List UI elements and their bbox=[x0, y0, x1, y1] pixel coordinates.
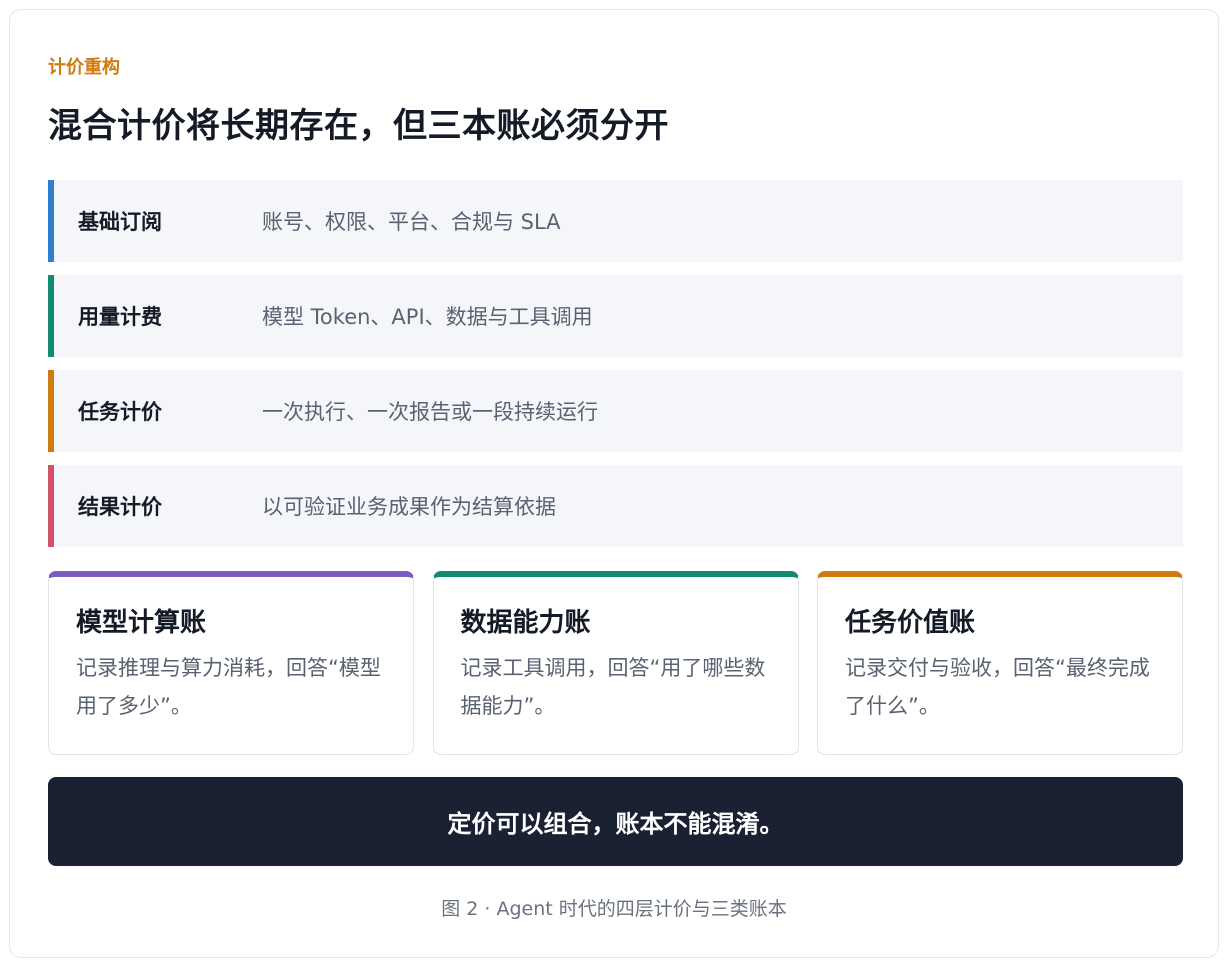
tier-desc: 账号、权限、平台、合规与 SLA bbox=[262, 210, 561, 234]
ledger-title: 数据能力账 bbox=[460, 608, 591, 638]
headline: 混合计价将长期存在，但三本账必须分开 bbox=[48, 106, 669, 146]
tier-desc: 一次执行、一次报告或一段持续运行 bbox=[262, 400, 598, 424]
tier-desc: 模型 Token、API、数据与工具调用 bbox=[262, 305, 593, 329]
figure-caption: 图 2 · Agent 时代的四层计价与三类账本 bbox=[441, 898, 787, 920]
tier-desc: 以可验证业务成果作为结算依据 bbox=[262, 495, 556, 519]
tier-name: 基础订阅 bbox=[78, 210, 162, 234]
ledger-card-model: 模型计算账 记录推理与算力消耗，回答“模型用了多少”。 bbox=[48, 571, 414, 755]
tier-name: 用量计费 bbox=[78, 305, 162, 329]
tier-name: 结果计价 bbox=[78, 495, 162, 519]
pricing-tiers: 基础订阅 账号、权限、平台、合规与 SLA 用量计费 模型 Token、API、… bbox=[48, 180, 1183, 560]
tier-task: 任务计价 一次执行、一次报告或一段持续运行 bbox=[48, 370, 1183, 452]
summary-banner: 定价可以组合，账本不能混淆。 bbox=[48, 777, 1183, 866]
ledger-cards: 模型计算账 记录推理与算力消耗，回答“模型用了多少”。 数据能力账 记录工具调用… bbox=[48, 571, 1183, 755]
ledger-desc: 记录工具调用，回答“用了哪些数据能力”。 bbox=[460, 656, 766, 718]
eyebrow-label: 计价重构 bbox=[48, 57, 120, 78]
ledger-title: 模型计算账 bbox=[76, 608, 207, 638]
tier-subscription: 基础订阅 账号、权限、平台、合规与 SLA bbox=[48, 180, 1183, 262]
ledger-desc: 记录推理与算力消耗，回答“模型用了多少”。 bbox=[76, 656, 381, 718]
ledger-card-data: 数据能力账 记录工具调用，回答“用了哪些数据能力”。 bbox=[432, 571, 799, 755]
ledger-title: 任务价值账 bbox=[845, 608, 976, 638]
ledger-card-task: 任务价值账 记录交付与验收，回答“最终完成了什么”。 bbox=[817, 571, 1183, 755]
tier-usage: 用量计费 模型 Token、API、数据与工具调用 bbox=[48, 275, 1183, 357]
tier-outcome: 结果计价 以可验证业务成果作为结算依据 bbox=[48, 465, 1183, 547]
figure-card: 计价重构 混合计价将长期存在，但三本账必须分开 基础订阅 账号、权限、平台、合规… bbox=[9, 9, 1219, 958]
ledger-desc: 记录交付与验收，回答“最终完成了什么”。 bbox=[845, 656, 1150, 718]
tier-name: 任务计价 bbox=[78, 400, 162, 424]
